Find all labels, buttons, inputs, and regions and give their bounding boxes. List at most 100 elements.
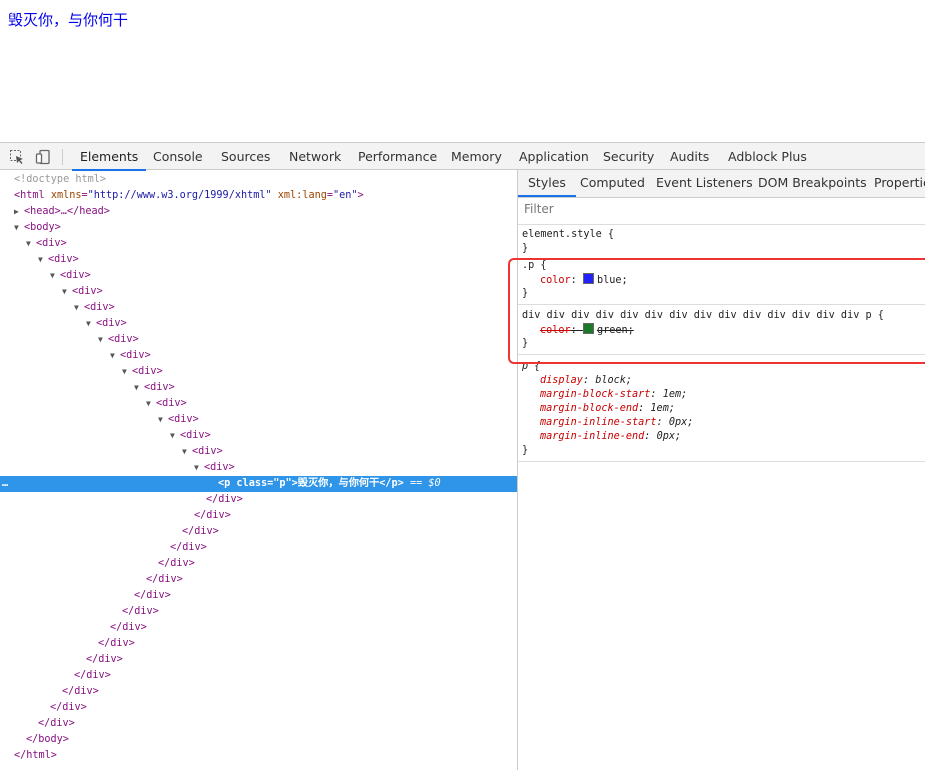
subtab-computed[interactable]: Computed (570, 170, 655, 196)
div-node[interactable]: ▼ <div> (0, 300, 517, 316)
code-token: </div> (122, 606, 159, 617)
tab-performance[interactable]: Performance (350, 143, 445, 170)
doctype-node[interactable]: <!doctype html> (0, 172, 517, 188)
div-close-node[interactable]: </div> (0, 572, 517, 588)
filter-bar: Filter (518, 196, 925, 225)
selected-p-node[interactable]: … <p class="p">毁灭你，与你何干</p> == $0 (0, 476, 517, 492)
tab-console[interactable]: Console (145, 143, 211, 170)
tab-network[interactable]: Network (281, 143, 349, 170)
expand-arrow-icon[interactable]: ▼ (158, 412, 168, 428)
subtab-event-listeners[interactable]: Event Listeners (646, 170, 763, 196)
div-node[interactable]: ▼ <div> (0, 412, 517, 428)
rule-selector[interactable]: element.style { (518, 228, 925, 242)
div-close-node[interactable]: </div> (0, 668, 517, 684)
expand-arrow-icon[interactable]: ▼ (146, 396, 156, 412)
code-token: </html> (14, 750, 57, 761)
div-close-node[interactable]: </div> (0, 636, 517, 652)
tab-elements[interactable]: Elements (72, 143, 147, 171)
div-close-node[interactable]: </div> (0, 684, 517, 700)
code-token: </div> (134, 590, 171, 601)
div-node[interactable]: ▼ <div> (0, 396, 517, 412)
subtab-properties[interactable]: Properties (864, 170, 925, 196)
expand-arrow-icon[interactable]: ▼ (110, 348, 120, 364)
div-close-node[interactable]: </div> (0, 540, 517, 556)
div-close-node[interactable]: </div> (0, 604, 517, 620)
css-rule[interactable]: element.style {} (518, 226, 925, 260)
expand-arrow-icon[interactable]: ▼ (98, 332, 108, 348)
subtab-styles[interactable]: Styles (518, 170, 576, 197)
filter-input[interactable]: Filter (524, 202, 554, 216)
tab-memory[interactable]: Memory (443, 143, 510, 170)
code-token: </div> (206, 494, 243, 505)
html-close-node[interactable]: </html> (0, 748, 517, 764)
tab-adblock-plus[interactable]: Adblock Plus (720, 143, 815, 170)
elements-tree[interactable]: <!doctype html> <html xmlns="http://www.w… (0, 170, 518, 770)
colon: : (644, 431, 657, 442)
div-node[interactable]: ▼ <div> (0, 236, 517, 252)
div-node[interactable]: ▼ <div> (0, 428, 517, 444)
more-options-icon[interactable]: … (2, 476, 8, 492)
rule-property: margin-block-start: 1em; (518, 388, 925, 402)
div-node[interactable]: ▼ <div> (0, 252, 517, 268)
body-close-node[interactable]: </body> (0, 732, 517, 748)
css-rule[interactable]: p {display: block; margin-block-start: 1e… (518, 358, 925, 462)
device-toolbar-icon[interactable] (35, 149, 51, 165)
div-node[interactable]: ▼ <div> (0, 348, 517, 364)
div-node[interactable]: ▼ <div> (0, 460, 517, 476)
code-token: </div> (86, 654, 123, 665)
code-token: "p" (273, 478, 292, 489)
div-close-node[interactable]: </div> (0, 492, 517, 508)
tab-audits[interactable]: Audits (662, 143, 717, 170)
tab-application[interactable]: Application (511, 143, 597, 170)
code-token: "http://www.w3.org/1999/xhtml" (87, 190, 272, 201)
div-close-node[interactable]: </div> (0, 524, 517, 540)
div-node[interactable]: ▼ <div> (0, 444, 517, 460)
code-token: <div> (132, 366, 163, 377)
div-close-node[interactable]: </div> (0, 716, 517, 732)
div-close-node[interactable]: </div> (0, 700, 517, 716)
div-node[interactable]: ▼ <div> (0, 316, 517, 332)
expand-arrow-icon[interactable]: ▼ (194, 460, 204, 476)
code-token: </div> (38, 718, 75, 729)
expand-arrow-icon[interactable]: ▼ (50, 268, 60, 284)
expand-arrow-icon[interactable]: ▼ (86, 316, 96, 332)
expand-arrow-icon[interactable]: ▼ (26, 236, 36, 252)
div-node[interactable]: ▼ <div> (0, 284, 517, 300)
inspect-element-icon[interactable] (9, 149, 25, 165)
code-token: </body> (26, 734, 69, 745)
code-token: <div> (204, 462, 235, 473)
code-token: xmlns (50, 190, 82, 201)
tab-security[interactable]: Security (595, 143, 662, 170)
code-token: </div> (74, 670, 111, 681)
expand-arrow-icon[interactable]: ▼ (134, 380, 144, 396)
html-node[interactable]: <html xmlns="http://www.w3.org/1999/xhtm… (0, 188, 517, 204)
div-close-node[interactable]: </div> (0, 620, 517, 636)
expand-arrow-icon[interactable]: ▼ (182, 444, 192, 460)
div-node[interactable]: ▼ <div> (0, 364, 517, 380)
code-token: <div> (48, 254, 79, 265)
colon: : (638, 403, 651, 414)
div-close-node[interactable]: </div> (0, 588, 517, 604)
div-node[interactable]: ▼ <div> (0, 268, 517, 284)
subtab-dom-breakpoints[interactable]: DOM Breakpoints (748, 170, 877, 196)
expand-arrow-icon[interactable]: ▼ (122, 364, 132, 380)
div-close-node[interactable]: </div> (0, 556, 517, 572)
code-token: </div> (98, 638, 135, 649)
code-token: <p (218, 478, 231, 489)
collapse-arrow-icon[interactable]: ▶ (14, 204, 24, 220)
body-node[interactable]: ▼ <body> (0, 220, 517, 236)
expand-arrow-icon[interactable]: ▼ (170, 428, 180, 444)
code-token: </div> (194, 510, 231, 521)
tab-sources[interactable]: Sources (213, 143, 278, 170)
div-node[interactable]: ▼ <div> (0, 332, 517, 348)
expand-arrow-icon[interactable]: ▼ (38, 252, 48, 268)
expand-arrow-icon[interactable]: ▼ (62, 284, 72, 300)
head-node[interactable]: ▶ <head>…</head> (0, 204, 517, 220)
expand-arrow-icon[interactable]: ▼ (14, 220, 24, 236)
expand-arrow-icon[interactable]: ▼ (74, 300, 84, 316)
div-close-node[interactable]: </div> (0, 508, 517, 524)
div-node[interactable]: ▼ <div> (0, 380, 517, 396)
div-close-node[interactable]: </div> (0, 652, 517, 668)
toolbar-divider (62, 149, 63, 165)
code-token: <div> (60, 270, 91, 281)
